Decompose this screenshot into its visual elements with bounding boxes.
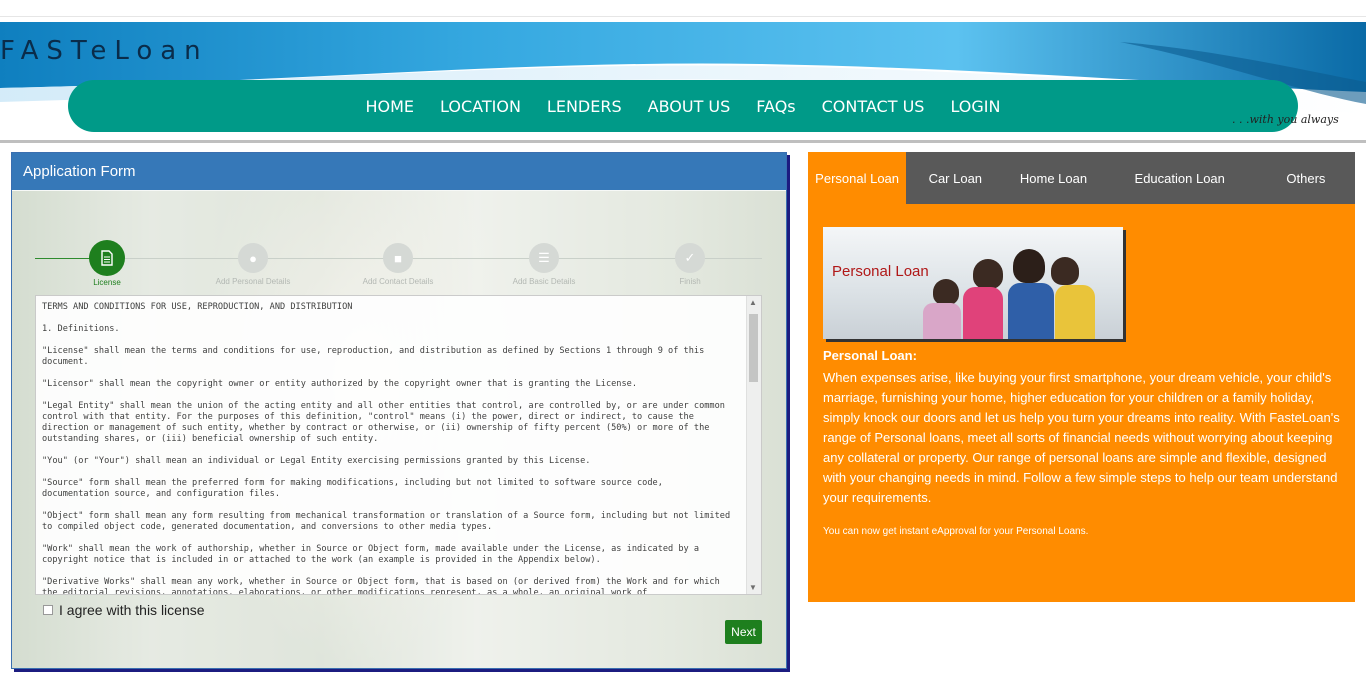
agree-checkbox-row[interactable]: I agree with this license [43, 602, 205, 618]
step-label: License [93, 278, 121, 287]
step-wizard: License ● Add Personal Details ■ Add Con… [35, 240, 762, 290]
tab-personal-loan[interactable]: Personal Loan [808, 152, 907, 204]
license-paragraph: "Legal Entity" shall mean the union of t… [42, 401, 725, 444]
step-license[interactable]: License [47, 240, 167, 287]
nav-location[interactable]: LOCATION [427, 97, 534, 116]
nav-login[interactable]: LOGIN [937, 97, 1013, 116]
step-personal-details[interactable]: ● Add Personal Details [193, 240, 313, 286]
nav-lenders[interactable]: LENDERS [534, 97, 635, 116]
next-button[interactable]: Next [725, 620, 762, 644]
loan-tabs: Personal Loan Car Loan Home Loan Educati… [808, 152, 1355, 204]
license-paragraph: 1. Definitions. [42, 324, 120, 334]
tab-car-loan[interactable]: Car Loan [906, 152, 1004, 204]
agree-label: I agree with this license [59, 602, 205, 618]
nav-faqs[interactable]: FAQs [743, 97, 808, 116]
step-finish[interactable]: ✓ Finish [630, 240, 750, 286]
loan-title: Personal Loan: [823, 348, 917, 363]
top-bar [0, 0, 1366, 17]
license-scrollbar[interactable]: ▲ ▼ [746, 296, 761, 594]
scroll-down-icon[interactable]: ▼ [749, 583, 757, 592]
tab-home-loan[interactable]: Home Loan [1004, 152, 1102, 204]
scroll-up-icon[interactable]: ▲ [749, 298, 757, 307]
contact-card-icon: ■ [383, 243, 413, 273]
image-caption: Personal Loan [832, 263, 929, 280]
loan-note: You can now get instant eApproval for yo… [823, 526, 1089, 537]
license-paragraph: "Object" form shall mean any form result… [42, 511, 731, 532]
personal-loan-image: Personal Loan [823, 227, 1123, 339]
license-paragraph: "You" (or "Your") shall mean an individu… [42, 456, 591, 466]
check-icon: ✓ [675, 243, 705, 273]
loan-info-box: Personal Loan Car Loan Home Loan Educati… [808, 152, 1355, 602]
license-paragraph: "Source" form shall mean the preferred f… [42, 478, 663, 499]
main-nav: HOME LOCATION LENDERS ABOUT US FAQs CONT… [68, 80, 1298, 132]
agree-checkbox[interactable] [43, 605, 53, 615]
license-paragraph: "License" shall mean the terms and condi… [42, 346, 705, 367]
license-textarea[interactable]: TERMS AND CONDITIONS FOR USE, REPRODUCTI… [35, 295, 762, 595]
step-label: Add Personal Details [215, 277, 291, 286]
tagline: . . .with you always [1232, 113, 1339, 126]
panel-title: Application Form [12, 153, 786, 190]
site-logo[interactable]: FASTeLoan [0, 36, 209, 66]
nav-home[interactable]: HOME [353, 97, 428, 116]
application-form-panel: Application Form License ● Add Personal … [11, 152, 787, 669]
step-label: Finish [679, 277, 701, 286]
license-paragraph: "Derivative Works" shall mean any work, … [42, 577, 720, 595]
tab-education-loan[interactable]: Education Loan [1103, 152, 1257, 204]
nav-about-us[interactable]: ABOUT US [635, 97, 744, 116]
license-paragraph: "Work" shall mean the work of authorship… [42, 544, 700, 565]
license-paragraph: TERMS AND CONDITIONS FOR USE, REPRODUCTI… [42, 302, 353, 312]
step-label: Add Basic Details [512, 277, 576, 286]
scroll-thumb[interactable] [749, 314, 758, 382]
license-text: TERMS AND CONDITIONS FOR USE, REPRODUCTI… [36, 296, 761, 595]
step-contact-details[interactable]: ■ Add Contact Details [338, 240, 458, 286]
tab-others[interactable]: Others [1257, 152, 1355, 204]
step-basic-details[interactable]: ☰ Add Basic Details [484, 240, 604, 286]
document-icon [89, 240, 125, 276]
license-paragraph: "Licensor" shall mean the copyright owne… [42, 379, 637, 389]
list-icon: ☰ [529, 243, 559, 273]
header-divider [0, 140, 1366, 143]
step-label: Add Contact Details [362, 277, 434, 286]
nav-contact-us[interactable]: CONTACT US [809, 97, 938, 116]
loan-description: When expenses arise, like buying your fi… [823, 370, 1340, 505]
person-icon: ● [238, 243, 268, 273]
